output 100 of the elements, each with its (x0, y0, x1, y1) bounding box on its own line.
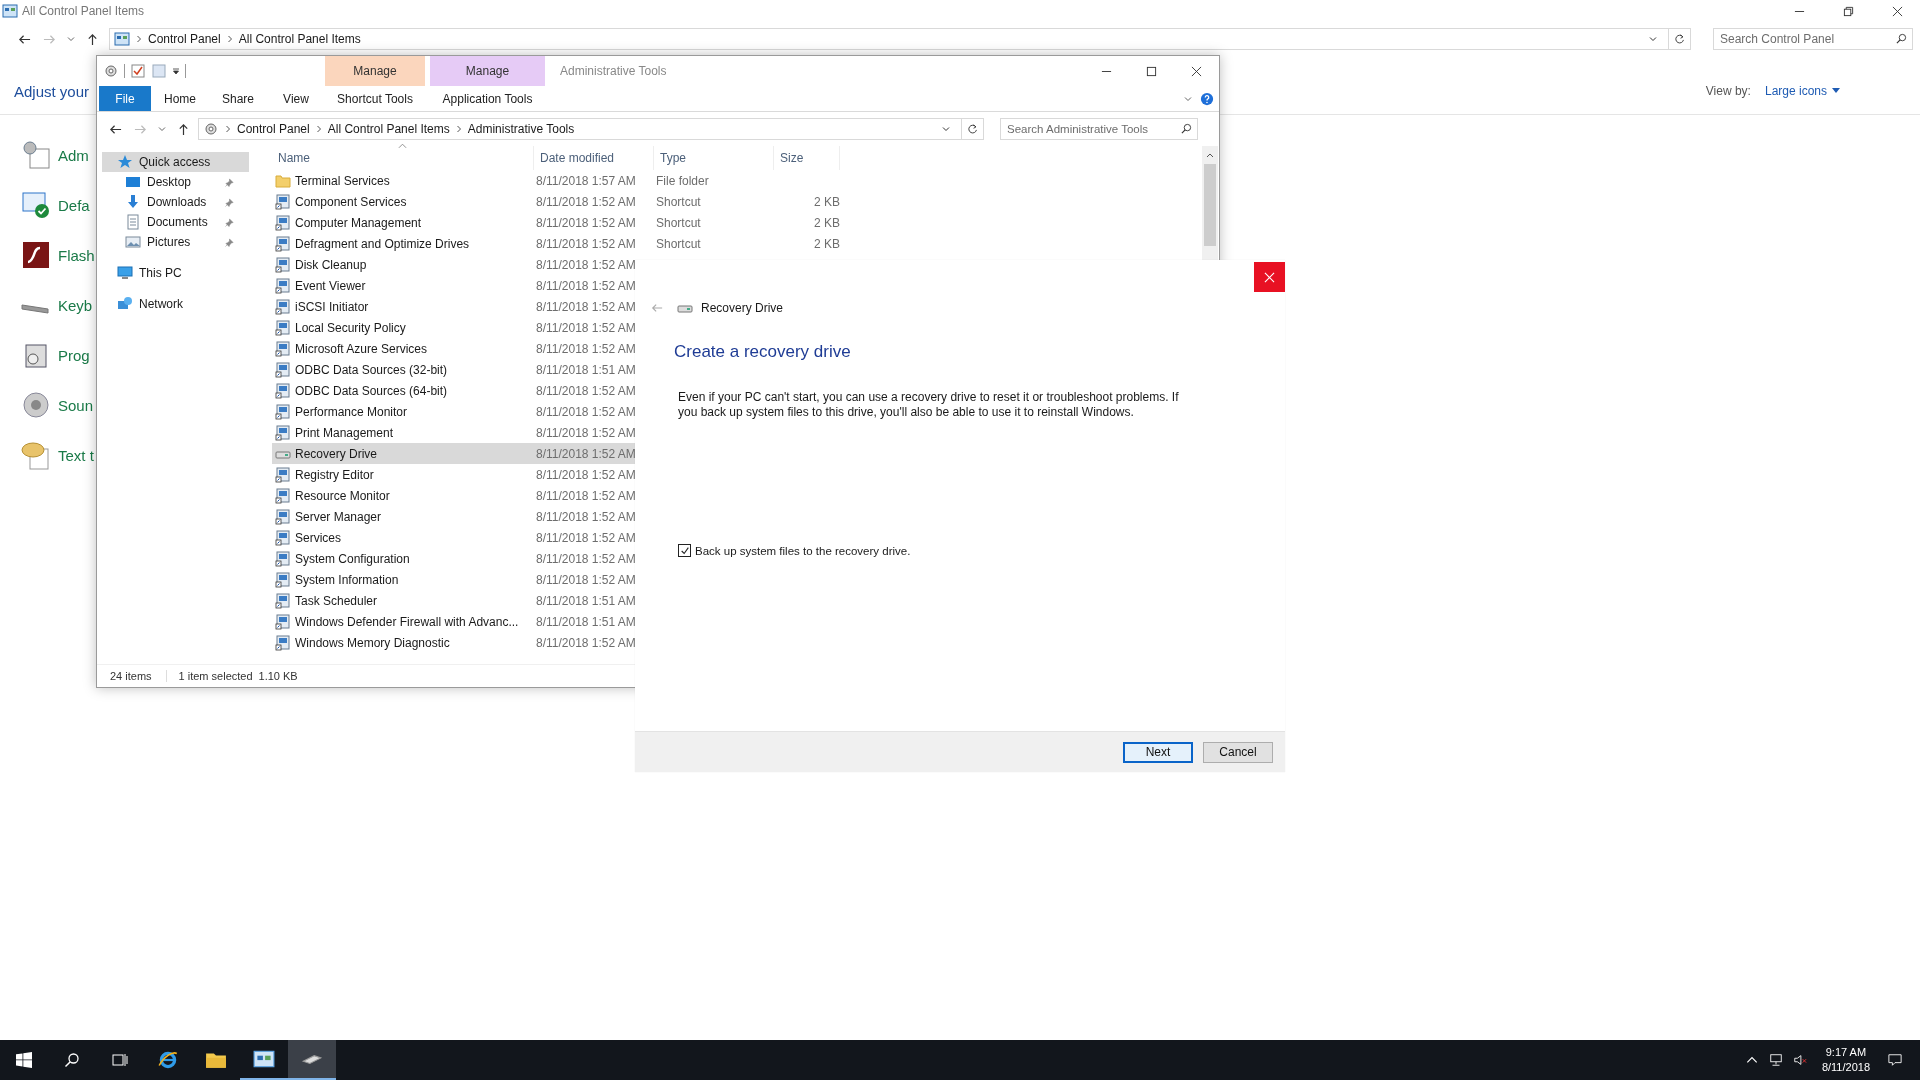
checkbox[interactable] (678, 544, 691, 557)
file-row[interactable]: Terminal Services 8/11/2018 1:57 AM File folder (272, 170, 840, 191)
clock-date: 8/11/2018 (1821, 1060, 1870, 1075)
file-row[interactable]: Task Scheduler 8/11/2018 1:51 AM (272, 590, 840, 611)
file-row[interactable]: Computer Management 8/11/2018 1:52 AM Shortcut 2 KB (272, 212, 840, 233)
date-cell-text: 8/11/2018 1:52 AM (535, 446, 637, 461)
nav-item[interactable]: This PC (97, 263, 257, 283)
ribbon-tab[interactable]: Share (209, 86, 267, 111)
file-name: Print Management (295, 425, 394, 440)
speaker-icon[interactable] (20, 389, 52, 421)
help-icon[interactable] (1200, 91, 1214, 106)
column-header[interactable]: Type (654, 146, 774, 170)
clock[interactable]: 9:17 AM 8/11/2018 (1811, 1040, 1880, 1080)
ribbon-tab[interactable]: Shortcut Tools (325, 86, 425, 111)
breadcrumb-item[interactable]: All Control Panel Items (327, 122, 450, 136)
file-row[interactable]: Component Services 8/11/2018 1:52 AM Shortcut 2 KB (272, 191, 840, 212)
notification-icon[interactable] (1888, 1053, 1902, 1067)
properties-icon[interactable] (130, 63, 146, 79)
control-panel-link[interactable]: Text t (58, 446, 94, 464)
shortcut-icon (275, 235, 291, 252)
nav-item[interactable]: Documents (97, 212, 257, 232)
control-panel-link[interactable]: Adm (58, 146, 89, 164)
control-panel-link[interactable]: Soun (58, 396, 94, 414)
file-row[interactable]: Defragment and Optimize Drives 8/11/2018 1:52 AM Shortcut 2 KB (272, 233, 840, 254)
dialog-button[interactable]: Next (1123, 741, 1193, 763)
file-name: Registry Editor (295, 467, 374, 482)
up-arrow-icon[interactable] (177, 122, 190, 136)
column-header[interactable]: Size (774, 146, 840, 170)
shortcut-icon (275, 466, 291, 483)
ribbon-tab[interactable]: Application Tools (430, 86, 545, 111)
file-name: System Information (295, 572, 399, 587)
date-cell-text: 8/11/2018 1:52 AM (535, 509, 637, 524)
scroll-up-icon[interactable] (1206, 152, 1214, 158)
checkmark-window-icon[interactable] (20, 189, 52, 221)
shortcut-icon (275, 424, 291, 441)
nav-item[interactable]: Pictures (97, 232, 257, 252)
chevron-right-icon (315, 125, 322, 133)
column-header[interactable]: Date modified (534, 146, 654, 170)
control-panel-link[interactable]: Prog (58, 346, 90, 364)
shortcut-icon (275, 319, 291, 336)
ribbon-tab[interactable]: Home (151, 86, 209, 111)
date-cell-text: 8/11/2018 1:52 AM (535, 236, 637, 251)
date-cell-text: 8/11/2018 1:52 AM (535, 467, 637, 482)
control-panel-link[interactable]: Defa (58, 196, 90, 214)
description-text: Even if your PC can't start, you can use a recovery drive to reset it or troubleshoot problems. If you back up system files to this drive, you'll also be able to use it to reinstall Windows. (678, 390, 1180, 420)
date-cell-text: 8/11/2018 1:51 AM (535, 362, 637, 377)
file-name: Terminal Services (295, 173, 390, 188)
file-row[interactable]: Resource Monitor 8/11/2018 1:52 AM (272, 485, 840, 506)
control-panel-link[interactable]: Keyb (58, 296, 93, 314)
control-panel-icon (114, 31, 130, 47)
nav-item[interactable]: Quick access (102, 152, 249, 172)
view-by-dropdown[interactable]: Large icons (1764, 84, 1840, 98)
flash-icon[interactable] (20, 239, 52, 271)
search-field[interactable]: Search Administrative Tools (1000, 118, 1198, 140)
network-icon (117, 296, 133, 312)
shortcut-icon (275, 340, 291, 357)
network-icon[interactable] (1768, 1053, 1783, 1067)
size-cell-text: 2 KB (813, 236, 840, 251)
file-name: Performance Monitor (295, 404, 408, 419)
nav-label: Pictures (147, 235, 192, 249)
nav-item[interactable]: Network (97, 294, 257, 314)
caret-icon[interactable] (172, 67, 180, 75)
file-name: Computer Management (295, 215, 422, 230)
drive-button[interactable] (288, 1040, 336, 1080)
nav-label: Documents (147, 215, 209, 229)
search-field[interactable]: Search Control Panel (1713, 28, 1913, 50)
control-panel-link[interactable]: Flash (58, 246, 95, 264)
shortcut-icon (275, 634, 291, 651)
address-bar[interactable]: Control Panel All Control Panel Items Administrative Tools (198, 118, 984, 140)
breadcrumb-item[interactable]: Administrative Tools (467, 122, 575, 136)
chevron-down-icon[interactable] (1649, 35, 1657, 43)
desktop-icon (125, 174, 141, 190)
nav-item[interactable]: Desktop (97, 172, 257, 192)
dialog-button[interactable]: Cancel (1203, 741, 1273, 763)
picture-icon (125, 234, 141, 250)
scroll-thumb[interactable] (1204, 164, 1216, 246)
shortcut-icon (275, 403, 291, 420)
document-icon (125, 214, 141, 230)
view-by-label: View by: (1705, 84, 1751, 98)
breadcrumb-item[interactable]: All Control Panel Items (238, 32, 361, 46)
speaker-muted-icon[interactable] (1792, 1053, 1807, 1067)
file-row[interactable]: Windows Defender Firewall with Advanc... 8/11/2018 1:51 AM (272, 611, 840, 632)
breadcrumb-item[interactable]: Control Panel (148, 32, 221, 46)
address-bar[interactable]: Control Panel All Control Panel Items (109, 28, 1691, 50)
date-cell-text: 8/11/2018 1:52 AM (535, 488, 637, 503)
chevron-down-icon[interactable] (942, 125, 950, 133)
nav-item[interactable]: Downloads (97, 192, 257, 212)
file-row[interactable]: Server Manager 8/11/2018 1:52 AM (272, 506, 840, 527)
ribbon-tab[interactable]: View (267, 86, 325, 111)
file-row[interactable]: System Information 8/11/2018 1:52 AM (272, 569, 840, 590)
windows-logo-icon (16, 1052, 32, 1068)
date-cell-text: 8/11/2018 1:52 AM (535, 572, 637, 587)
file-row[interactable]: Windows Memory Diagnostic 8/11/2018 1:52 AM (272, 632, 840, 653)
breadcrumb-item[interactable]: Control Panel (237, 122, 310, 136)
file-name: Services (295, 530, 341, 545)
shortcut-icon (275, 256, 291, 273)
column-header[interactable]: Name (272, 146, 534, 170)
up-arrow-icon[interactable] (86, 32, 99, 46)
date-cell-text: 8/11/2018 1:57 AM (535, 173, 637, 188)
date-cell-text: 8/11/2018 1:52 AM (535, 320, 637, 335)
